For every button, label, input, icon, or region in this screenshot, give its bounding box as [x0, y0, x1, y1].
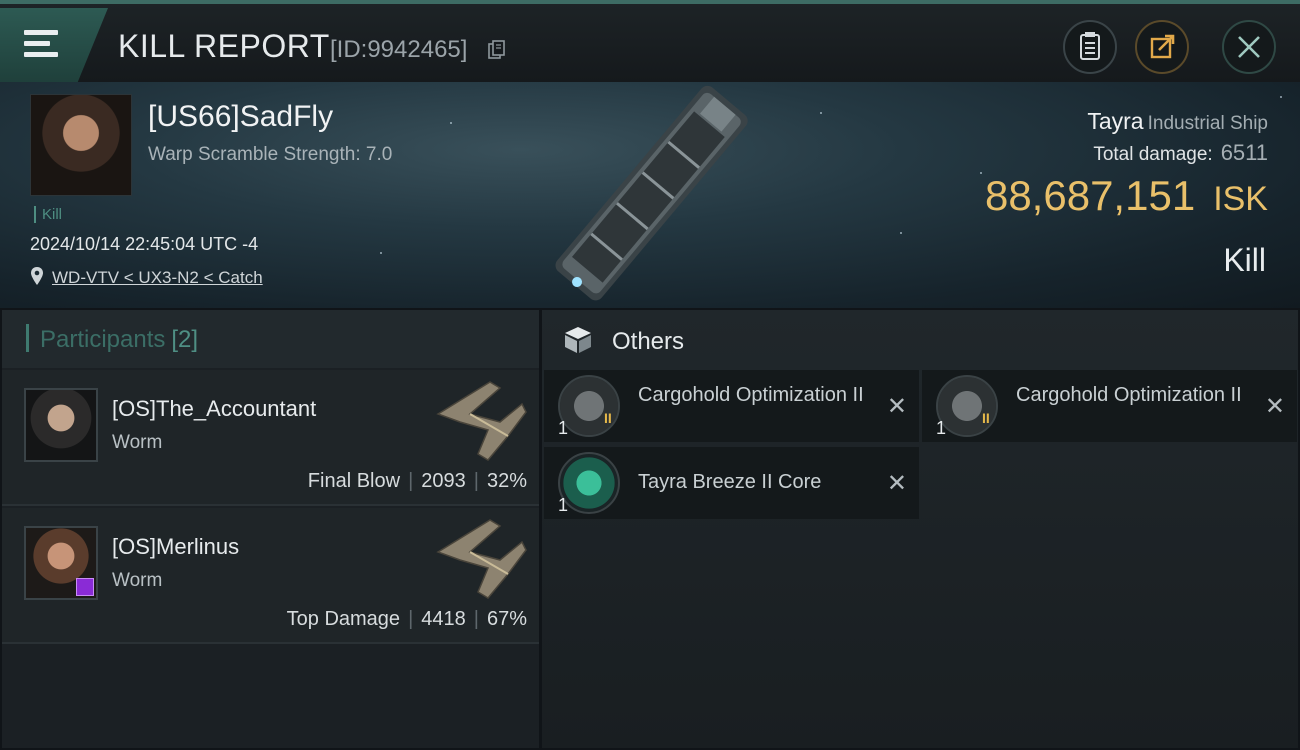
participant-percent: 32% [486, 470, 527, 492]
item-slot[interactable]: 1 Tayra Breeze II Core ✕ [544, 447, 919, 519]
item-tier: II [982, 410, 990, 426]
total-damage-value: 6511 [1220, 140, 1268, 165]
participant-percent: 67% [486, 608, 527, 630]
menu-button[interactable] [0, 8, 108, 82]
participant-ship: Worm [112, 570, 163, 591]
victim-name[interactable]: [US66]SadFly [148, 100, 333, 134]
isk-loss: 88,687,151 ISK [985, 172, 1268, 220]
top-bar: KILL REPORT [ID:9942465] [0, 0, 1300, 82]
participant-role: Top Damage [286, 608, 401, 630]
participants-count: [2] [171, 326, 199, 353]
total-damage: Total damage: 6511 [1093, 140, 1268, 166]
victim-avatar[interactable] [30, 94, 132, 196]
x-icon: ✕ [886, 470, 907, 497]
item-quantity: 1 [936, 418, 947, 438]
participants-header: Participants [2] [2, 310, 539, 368]
item-slot[interactable]: 1 II Cargohold Optimization II ✕ [922, 370, 1297, 442]
participant-name: [OS]The_Accountant [112, 396, 317, 421]
share-icon [1150, 34, 1175, 59]
ship-name[interactable]: Tayra [1087, 108, 1143, 134]
participant-role: Final Blow [307, 470, 401, 492]
copy-icon[interactable] [488, 40, 506, 60]
total-damage-label: Total damage: [1093, 144, 1213, 165]
x-icon: ✕ [886, 393, 907, 420]
others-panel: Others 1 II Cargohold Optimization II ✕ … [542, 310, 1298, 748]
menu-icon [24, 30, 60, 58]
ship-info: Tayra Industrial Ship [1087, 108, 1268, 135]
participant-avatar[interactable] [24, 526, 98, 600]
participant-damage: 4418 [421, 608, 466, 630]
item-name: Cargohold Optimization II [1016, 384, 1242, 406]
clipboard-icon [1080, 32, 1100, 60]
clipboard-button[interactable] [1063, 20, 1117, 74]
ship-class: Industrial Ship [1147, 113, 1268, 134]
isk-value: 88,687,151 [984, 172, 1196, 219]
share-button[interactable] [1135, 20, 1189, 74]
participants-panel: Participants [2] [OS]The_Accountant Worm … [2, 310, 539, 748]
warp-scramble-strength: Warp Scramble Strength: 7.0 [148, 144, 393, 165]
page-title: KILL REPORT [118, 28, 330, 64]
item-name: Cargohold Optimization II [638, 384, 864, 406]
participant-ship-image [436, 519, 527, 599]
participant-row[interactable]: [OS]The_Accountant Worm Final Blow | 2093 |… [2, 370, 539, 506]
close-button[interactable] [1222, 20, 1276, 74]
location-link[interactable]: WD-VTV < UX3-N2 < Catch [52, 268, 263, 288]
isk-unit: ISK [1213, 180, 1268, 218]
item-name: Tayra Breeze II Core [638, 471, 822, 493]
kill-type: Kill [1223, 242, 1266, 278]
cube-icon [565, 327, 591, 353]
close-icon [1238, 36, 1260, 58]
x-icon: ✕ [1264, 393, 1285, 420]
participant-ship: Worm [112, 432, 163, 453]
kill-tag: Kill [34, 206, 62, 223]
participant-stats: Top Damage | 4418 | 67% [286, 608, 527, 630]
item-slot[interactable]: 1 II Cargohold Optimization II ✕ [544, 370, 919, 442]
participants-title: Participants [2] [40, 326, 199, 353]
participant-stats: Final Blow | 2093 | 32% [307, 470, 527, 492]
participant-row[interactable]: [OS]Merlinus Worm Top Damage | 4418 | 67% [2, 508, 539, 644]
info-badge-icon [76, 578, 94, 596]
kill-datetime: 2024/10/14 22:45:04 UTC -4 [30, 234, 259, 254]
others-header: Others [542, 310, 1298, 368]
ship-image [555, 85, 748, 301]
location-pin-icon [31, 267, 43, 285]
item-tier: II [604, 410, 612, 426]
participant-damage: 2093 [421, 470, 466, 492]
report-id: [ID:9942465] [330, 36, 468, 63]
participant-ship-image [436, 381, 527, 461]
participant-avatar[interactable] [24, 388, 98, 462]
kill-summary: [US66]SadFly Warp Scramble Strength: 7.0… [0, 82, 1300, 308]
item-quantity: 1 [558, 495, 569, 515]
others-title: Others [612, 328, 685, 355]
item-quantity: 1 [558, 418, 569, 438]
participant-name: [OS]Merlinus [112, 534, 240, 559]
